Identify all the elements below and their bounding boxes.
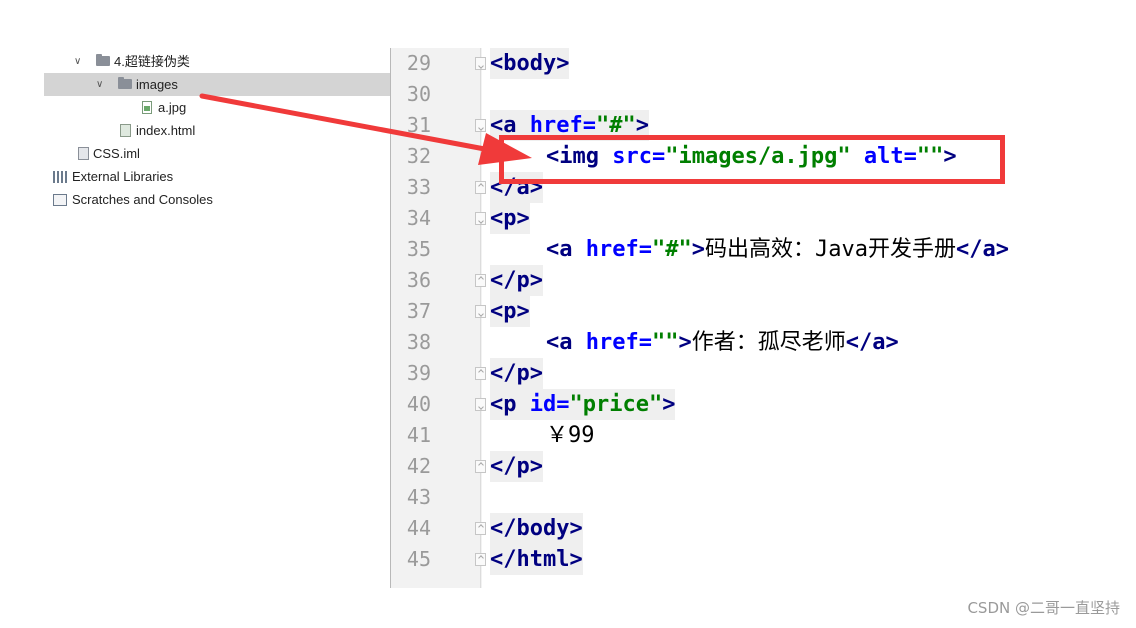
tag-end: > xyxy=(691,237,705,262)
tree-item-a-jpg[interactable]: a.jpg xyxy=(44,96,390,119)
tag-open: <a xyxy=(546,237,586,262)
tag-body-close: </body> xyxy=(490,516,583,541)
line-number: 40 xyxy=(406,392,431,416)
tag-p-close: </p> xyxy=(490,268,543,293)
tree-item-label: images xyxy=(136,77,178,92)
tag-p-close: </p> xyxy=(490,361,543,386)
fold-icon[interactable] xyxy=(475,119,486,132)
line-number: 35 xyxy=(406,237,431,261)
scratches-icon xyxy=(53,194,67,206)
tree-item-css-iml[interactable]: CSS.iml xyxy=(44,142,390,165)
chevron-down-icon[interactable]: ∨ xyxy=(74,50,81,73)
tag-close: </a> xyxy=(845,330,899,355)
line-number: 43 xyxy=(406,485,431,509)
tag-open: <p xyxy=(490,392,530,417)
tag-html-close: </html> xyxy=(490,547,583,572)
price-text: ￥99 xyxy=(546,423,595,448)
link-text: 码出高效：Java开发手册 xyxy=(704,237,956,262)
attr-name: href= xyxy=(585,330,652,355)
line-number: 29 xyxy=(406,51,431,75)
line-number: 38 xyxy=(406,330,431,354)
tag-end: > xyxy=(678,330,692,355)
folder-icon xyxy=(96,54,110,66)
line-number: 30 xyxy=(406,82,431,106)
html-file-icon xyxy=(120,124,131,137)
fold-icon[interactable] xyxy=(475,57,486,70)
tree-item-external-libraries[interactable]: External Libraries xyxy=(44,165,390,188)
fold-icon[interactable] xyxy=(475,398,486,411)
attr-value: "" xyxy=(651,330,679,355)
tree-item-label: External Libraries xyxy=(72,169,174,184)
tag-p-close: </p> xyxy=(490,454,543,479)
line-number: 41 xyxy=(406,423,431,447)
tree-item-label: a.jpg xyxy=(158,100,187,115)
watermark: CSDN @二哥一直坚持 xyxy=(967,599,1120,617)
tree-item-index-html[interactable]: index.html xyxy=(44,119,390,142)
line-number: 36 xyxy=(406,268,431,292)
code-editor[interactable]: 29 30 31 32 33 34 35 36 37 38 39 40 41 4… xyxy=(390,48,1136,588)
code-line-41: ￥99 xyxy=(546,420,595,451)
fold-icon[interactable] xyxy=(475,460,486,473)
fold-icon[interactable] xyxy=(475,181,486,194)
code-line-34: <p> xyxy=(490,203,530,234)
folder-icon xyxy=(118,77,132,89)
line-number: 33 xyxy=(406,175,431,199)
tree-item-images[interactable]: ∨ images xyxy=(44,73,390,96)
tree-item-folder-4[interactable]: ∨ 4.超链接伪类 xyxy=(44,50,390,73)
tree-item-label: index.html xyxy=(136,123,196,138)
code-line-42: </p> xyxy=(490,451,543,482)
tag-p-open: <p> xyxy=(490,206,530,231)
image-file-icon xyxy=(142,101,152,114)
code-line-39: </p> xyxy=(490,358,543,389)
tag-close: </a> xyxy=(955,237,1009,262)
fold-icon[interactable] xyxy=(475,553,486,566)
attr-name: href= xyxy=(585,237,652,262)
libraries-icon xyxy=(53,171,68,183)
line-number: 42 xyxy=(406,454,431,478)
attr-name: id= xyxy=(529,392,570,417)
code-line-40: <p id="price"> xyxy=(490,389,676,420)
fold-icon[interactable] xyxy=(475,212,486,225)
code-line-29: <body> xyxy=(490,48,570,79)
tag-p-open: <p> xyxy=(490,299,530,324)
iml-file-icon xyxy=(78,147,89,160)
code-line-44: </body> xyxy=(490,513,583,544)
highlight-box xyxy=(499,135,1005,184)
code-line-38: <a href="">作者：孤尽老师</a> xyxy=(546,327,899,358)
chevron-down-icon[interactable]: ∨ xyxy=(96,73,103,96)
code-line-37: <p> xyxy=(490,296,530,327)
fold-icon[interactable] xyxy=(475,367,486,380)
fold-icon[interactable] xyxy=(475,274,486,287)
tree-item-label: Scratches and Consoles xyxy=(72,192,213,207)
tree-item-label: 4.超链接伪类 xyxy=(114,54,190,69)
code-line-36: </p> xyxy=(490,265,543,296)
line-number: 45 xyxy=(406,547,431,571)
tree-item-label: CSS.iml xyxy=(93,146,140,161)
tag-end: > xyxy=(662,392,676,417)
attr-value: "price" xyxy=(569,392,663,417)
code-line-35: <a href="#">码出高效：Java开发手册</a> xyxy=(546,234,1009,265)
line-number-gutter: 29 30 31 32 33 34 35 36 37 38 39 40 41 4… xyxy=(390,48,486,588)
link-text: 作者：孤尽老师 xyxy=(691,330,846,355)
tag-body-open: <body> xyxy=(490,51,570,76)
code-line-45: </html> xyxy=(490,544,583,575)
line-number: 32 xyxy=(406,144,431,168)
attr-value: "#" xyxy=(651,237,692,262)
tree-item-scratches[interactable]: Scratches and Consoles xyxy=(44,188,390,211)
fold-icon[interactable] xyxy=(475,522,486,535)
line-number: 39 xyxy=(406,361,431,385)
line-number: 37 xyxy=(406,299,431,323)
line-number: 44 xyxy=(406,516,431,540)
project-tree: ∨ 4.超链接伪类 ∨ images a.jpg index.html CSS.… xyxy=(44,48,390,223)
line-number: 31 xyxy=(406,113,431,137)
fold-icon[interactable] xyxy=(475,305,486,318)
tag-open: <a xyxy=(546,330,586,355)
line-number: 34 xyxy=(406,206,431,230)
